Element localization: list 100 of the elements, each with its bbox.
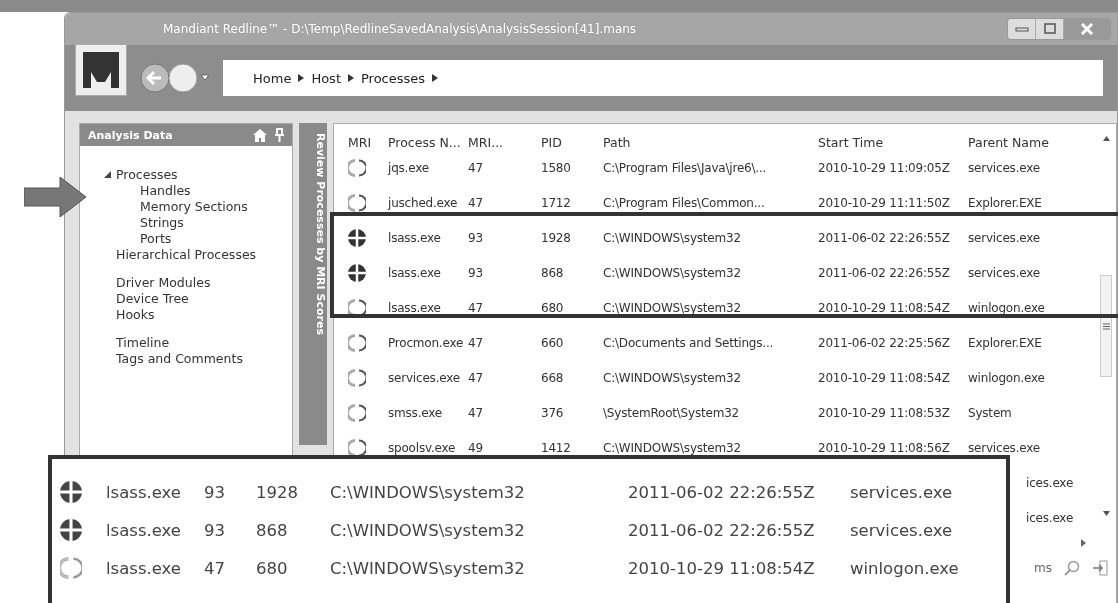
tree-item[interactable]: Driver Modules: [116, 274, 211, 290]
table-cell-text: 2010-10-29 11:08:54Z: [628, 558, 816, 578]
table-cell-text: 47: [468, 335, 484, 350]
low-risk-icon: [348, 438, 366, 457]
tree-item[interactable]: Processes: [116, 166, 178, 182]
scrollbar[interactable]: [1100, 136, 1112, 516]
tree-item[interactable]: Hierarchical Processes: [116, 246, 257, 262]
table-cell-text: 680: [256, 558, 289, 578]
column-header[interactable]: Path: [603, 135, 818, 150]
table-cell-text: services.exe: [388, 370, 461, 385]
chevron-icon: [432, 74, 439, 82]
table-cell-text: services.exe: [850, 520, 954, 540]
column-header[interactable]: MRI: [348, 135, 388, 150]
window-title: Mandiant Redline™ - D:\Temp\RedlineSavedAnalysis\AnalysisSession[41].mans: [163, 22, 638, 36]
address-bar[interactable]: Home Host Processes: [223, 60, 1103, 96]
table-cell-text: C:\WINDOWS\system32: [330, 520, 526, 540]
table-cell-text: 1412: [541, 440, 572, 455]
column-header[interactable]: MRI...: [468, 135, 541, 150]
table-cell-text: 868: [541, 265, 565, 280]
table-cell-text: lsass.exe: [106, 558, 182, 578]
home-icon[interactable]: [253, 128, 267, 142]
column-header[interactable]: PID: [541, 135, 603, 150]
high-risk-icon: [60, 481, 82, 503]
table-cell-text: 2010-10-29 11:09:05Z: [818, 160, 951, 175]
table-cell-text: services.exe: [968, 160, 1041, 175]
panel-title: Analysis Data: [88, 128, 174, 142]
search-icon[interactable]: [1064, 560, 1080, 576]
table-cell-text: 1580: [541, 160, 572, 175]
table-cell-text: 47: [468, 405, 484, 420]
low-risk-icon: [60, 557, 82, 579]
table-cell-text: services.exe: [968, 440, 1041, 455]
close-button[interactable]: [1064, 19, 1110, 39]
back-forward-buttons[interactable]: [139, 62, 211, 94]
table-cell-text: jqs.exe: [388, 160, 430, 175]
table-cell-text: 47: [468, 370, 484, 385]
table-cell-text: lsass.exe: [388, 230, 442, 245]
table-cell-text: 868: [256, 520, 289, 540]
table-cell-text: C:\WINDOWS\system32: [603, 230, 742, 245]
app-logo[interactable]: [75, 44, 127, 96]
low-risk-icon: [348, 298, 366, 317]
table-cell-text: C:\Program Files\Common...: [603, 195, 766, 210]
pointer-arrow-icon: [24, 177, 86, 217]
tree-item[interactable]: Device Tree: [116, 290, 189, 306]
table-cell-text: 93: [204, 520, 226, 540]
scroll-down-arrow-icon[interactable]: [1102, 511, 1110, 516]
table-cell-text: C:\WINDOWS\system32: [603, 370, 742, 385]
close-icon: [1080, 23, 1094, 35]
tree-item[interactable]: Memory Sections: [140, 198, 248, 214]
table-cell-text: lsass.exe: [388, 265, 442, 280]
table-cell-text: C:\WINDOWS\system32: [330, 558, 526, 578]
tree-item[interactable]: Handles: [140, 182, 191, 198]
table-cell-text: 2010-10-29 11:08:54Z: [818, 370, 951, 385]
table-cell-text: 49: [468, 440, 484, 455]
tree-item[interactable]: Tags and Comments: [116, 350, 243, 366]
tree-item[interactable]: Strings: [140, 214, 184, 230]
table-cell-text: lsass.exe: [106, 520, 182, 540]
low-risk-icon: [348, 368, 366, 387]
table-cell-text: 2011-06-02 22:26:55Z: [818, 230, 951, 245]
tree-item[interactable]: Timeline: [116, 334, 170, 350]
export-icon[interactable]: [1092, 560, 1108, 576]
table-cell-text: 93: [468, 230, 484, 245]
pin-icon[interactable]: [275, 128, 284, 142]
expanded-triangle-icon[interactable]: [104, 171, 111, 178]
maximize-button[interactable]: [1036, 19, 1064, 39]
breadcrumb-item[interactable]: Host: [311, 70, 341, 86]
table-cell-text: 2011-06-02 22:25:56Z: [818, 335, 951, 350]
table-cell-text: C:\WINDOWS\system32: [603, 300, 742, 315]
table-cell-text: 1928: [256, 482, 299, 502]
scroll-up-arrow-icon[interactable]: [1102, 136, 1110, 141]
table-cell-text: 660: [541, 335, 565, 350]
table-cell-text: 93: [468, 265, 484, 280]
column-header[interactable]: Start Time: [818, 135, 968, 150]
breadcrumb-item[interactable]: Home: [253, 70, 292, 86]
low-risk-icon: [348, 193, 366, 212]
tree-item[interactable]: Ports: [140, 230, 172, 246]
breadcrumb-item[interactable]: Processes: [361, 70, 426, 86]
table-cell: ices.exe: [1026, 510, 1074, 525]
table-cell-text: 376: [541, 405, 565, 420]
table-cell-text: 2010-10-29 11:08:53Z: [818, 405, 951, 420]
footer-text: ms: [1034, 561, 1052, 575]
scroll-right-arrow-icon[interactable]: [1081, 539, 1086, 547]
table-cell-text: 680: [541, 300, 565, 315]
column-header[interactable]: Process N...: [388, 135, 468, 150]
table-cell-text: 47: [468, 300, 484, 315]
table-cell-text: C:\Documents and Settings...: [603, 335, 775, 350]
table-cell-text: lsass.exe: [106, 482, 182, 502]
high-risk-icon: [348, 228, 366, 247]
table-cell-text: spoolsv.exe: [388, 440, 457, 455]
column-header[interactable]: Parent Name: [968, 135, 1078, 150]
table-cell-text: Procmon.exe: [388, 335, 465, 350]
low-risk-icon: [348, 333, 366, 352]
table-cell-text: services.exe: [850, 482, 954, 502]
tree-item[interactable]: Hooks: [116, 306, 155, 322]
table-cell-text: 47: [468, 195, 484, 210]
grip-icon: [1102, 322, 1110, 330]
low-risk-icon: [348, 403, 366, 422]
table-cell-text: System: [968, 405, 1013, 420]
table-cell-text: 47: [204, 558, 226, 578]
table-cell-text: jusched.exe: [388, 195, 459, 210]
table-cell-text: 2011-06-02 22:26:55Z: [818, 265, 951, 280]
